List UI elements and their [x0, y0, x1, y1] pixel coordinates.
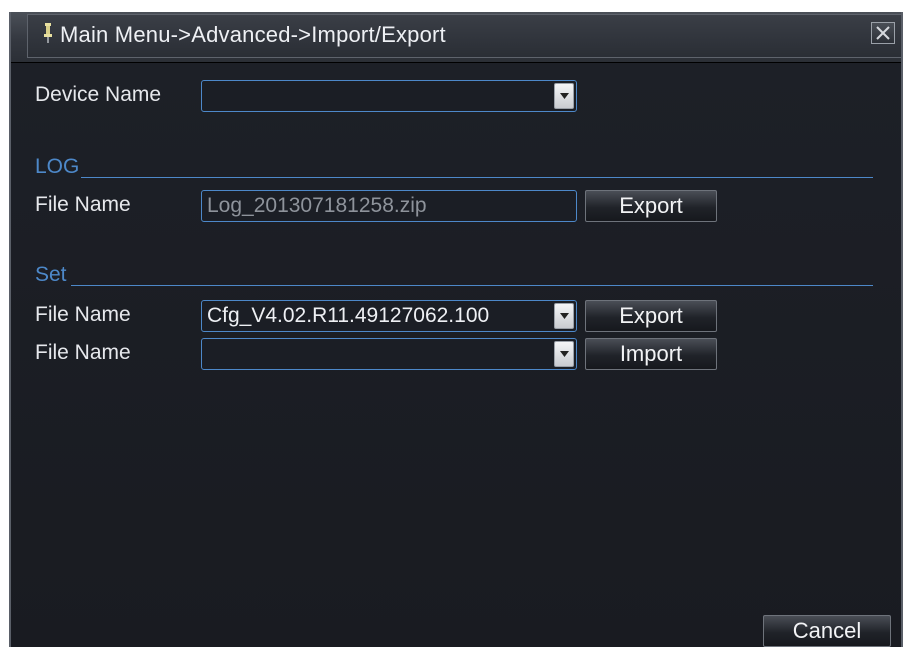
log-section-title: LOG: [35, 155, 80, 178]
import-export-dialog: Main Menu->Advanced->Import/Export Devic…: [9, 12, 903, 647]
config-import-button[interactable]: Import: [585, 338, 717, 370]
log-section-divider: [81, 177, 873, 178]
config-export-file-value: Cfg_V4.02.R11.49127062.100: [207, 304, 490, 327]
set-export-file-name-label: File Name: [35, 303, 131, 326]
set-section-title: Set: [35, 263, 67, 286]
dialog-body: Device Name LOG File Name Log_2013071812…: [11, 63, 901, 647]
log-export-button[interactable]: Export: [585, 190, 717, 222]
close-icon: [876, 26, 890, 40]
config-export-button[interactable]: Export: [585, 300, 717, 332]
chevron-down-icon: [560, 351, 569, 357]
title-bar: Main Menu->Advanced->Import/Export: [11, 12, 901, 63]
cancel-button[interactable]: Cancel: [763, 615, 891, 647]
device-name-dropdown-button[interactable]: [554, 83, 574, 109]
dialog-title: Main Menu->Advanced->Import/Export: [60, 22, 446, 47]
config-export-file-select[interactable]: Cfg_V4.02.R11.49127062.100: [201, 300, 577, 332]
config-import-file-select[interactable]: [201, 338, 577, 370]
set-import-file-name-label: File Name: [35, 341, 131, 364]
device-name-label: Device Name: [35, 83, 162, 106]
chevron-down-icon: [560, 93, 569, 99]
pin-icon: [43, 22, 53, 44]
log-file-name-field: Log_201307181258.zip: [201, 190, 577, 222]
set-section-divider: [71, 285, 873, 286]
config-import-dropdown-button[interactable]: [554, 341, 574, 367]
log-file-name-value: Log_201307181258.zip: [207, 194, 427, 217]
close-button[interactable]: [871, 22, 895, 44]
log-file-name-label: File Name: [35, 193, 131, 216]
chevron-down-icon: [560, 313, 569, 319]
config-export-dropdown-button[interactable]: [554, 303, 574, 329]
device-name-select[interactable]: [201, 80, 577, 112]
